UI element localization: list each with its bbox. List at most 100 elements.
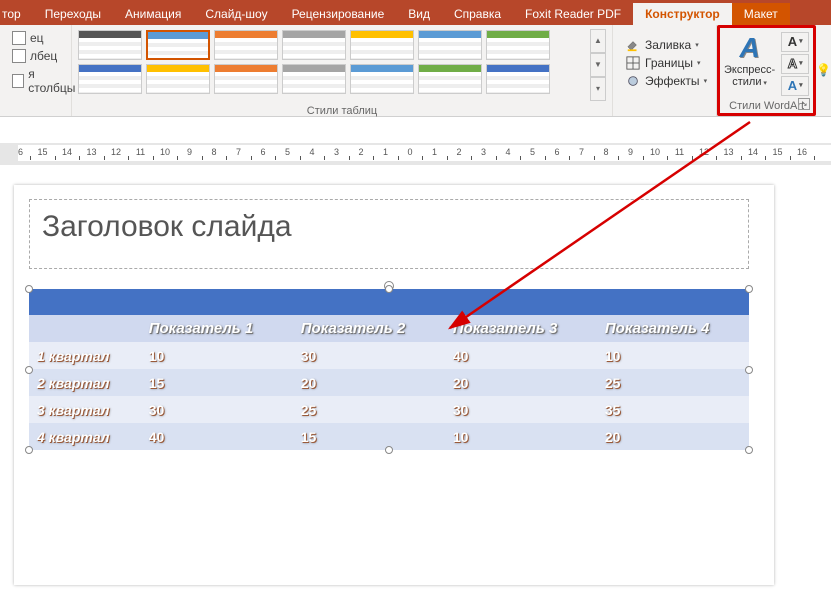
table-cell[interactable]: 30	[141, 396, 293, 423]
table-cell[interactable]: 10	[141, 342, 293, 369]
fill-button[interactable]: Заливка ▾	[625, 37, 707, 53]
wordart-icon: A	[739, 32, 759, 64]
table-cell[interactable]: 40	[445, 342, 597, 369]
effects-button[interactable]: Эффекты ▾	[625, 73, 707, 89]
ribbon: ец лбец я столбцы ▲ ▼ ▾ Стили таблиц З	[0, 25, 831, 117]
tab-layout[interactable]: Макет	[732, 3, 790, 25]
table-style-thumb[interactable]	[350, 64, 414, 94]
table-style-thumb[interactable]	[214, 64, 278, 94]
table-cell[interactable]: 25	[293, 396, 445, 423]
slide-area: Заголовок слайда Показатель 1 Показатель…	[0, 165, 831, 602]
resize-handle[interactable]	[745, 446, 753, 454]
group-table-styles: ▲ ▼ ▾ Стили таблиц	[72, 25, 613, 116]
group-fill: Заливка ▾ Границы ▾ Эффекты ▾	[613, 25, 717, 116]
table-style-thumb[interactable]	[486, 64, 550, 94]
tab-tabledesign[interactable]: Конструктор	[633, 3, 732, 25]
table-style-thumb[interactable]	[282, 64, 346, 94]
table-style-thumb[interactable]	[78, 64, 142, 94]
text-effects-button[interactable]: A▾	[781, 76, 809, 96]
table-style-thumb[interactable]	[418, 64, 482, 94]
express-styles-button[interactable]: A Экспресс- стили ▾	[724, 32, 775, 96]
effects-icon	[625, 73, 641, 89]
text-outline-button[interactable]: A▾	[781, 54, 809, 74]
tab-foxit[interactable]: Foxit Reader PDF	[513, 3, 633, 25]
chevron-down-icon: ▾	[704, 77, 708, 85]
data-table[interactable]: Показатель 1 Показатель 2 Показатель 3 П…	[29, 289, 749, 450]
tab-animations[interactable]: Анимация	[113, 3, 193, 25]
chevron-down-icon: ▾	[799, 33, 803, 51]
table-selection[interactable]: Показатель 1 Показатель 2 Показатель 3 П…	[29, 289, 749, 450]
table-cell[interactable]: 30	[293, 342, 445, 369]
table-cell[interactable]: 35	[597, 396, 749, 423]
slide-canvas[interactable]: Заголовок слайда Показатель 1 Показатель…	[14, 185, 774, 585]
table-style-thumb[interactable]	[214, 30, 278, 60]
column-header[interactable]: Показатель 2	[293, 315, 445, 342]
table-cell[interactable]: 40	[141, 423, 293, 450]
resize-handle[interactable]	[25, 366, 33, 374]
tab-partial[interactable]: тор	[0, 3, 33, 25]
column-header[interactable]	[29, 315, 141, 342]
table-cell[interactable]: 15	[141, 369, 293, 396]
resize-handle[interactable]	[25, 285, 33, 293]
title-placeholder[interactable]: Заголовок слайда	[29, 199, 749, 269]
tell-me-icon[interactable]: 💡	[816, 25, 831, 116]
column-header[interactable]: Показатель 3	[445, 315, 597, 342]
chevron-down-icon: ▾	[697, 59, 701, 67]
column-header[interactable]: Показатель 1	[141, 315, 293, 342]
row-header[interactable]: 3 квартал	[29, 396, 141, 423]
table-style-thumb[interactable]	[146, 64, 210, 94]
tab-view[interactable]: Вид	[396, 3, 442, 25]
resize-handle[interactable]	[25, 446, 33, 454]
chevron-down-icon: ▾	[799, 55, 803, 73]
table-style-thumb[interactable]	[486, 30, 550, 60]
ribbon-tabs: тор Переходы Анимация Слайд-шоу Рецензир…	[0, 0, 831, 25]
borders-button[interactable]: Границы ▾	[625, 55, 707, 71]
table-cell[interactable]: 10	[445, 423, 597, 450]
table-style-thumb[interactable]	[146, 30, 210, 60]
table-style-thumb[interactable]	[78, 30, 142, 60]
opt1: ец	[30, 31, 44, 45]
table-style-thumb[interactable]	[350, 30, 414, 60]
tab-slideshow[interactable]: Слайд-шоу	[193, 3, 279, 25]
horizontal-ruler: 1615141312111098765432101234567891011121…	[0, 143, 831, 165]
table-cell[interactable]: 10	[597, 342, 749, 369]
table-style-gallery[interactable]	[78, 30, 588, 100]
opt2: лбец	[30, 49, 57, 63]
resize-handle[interactable]	[745, 285, 753, 293]
resize-handle[interactable]	[385, 446, 393, 454]
checkbox-icon[interactable]	[12, 49, 26, 63]
table-cell[interactable]: 25	[597, 369, 749, 396]
table-style-thumb[interactable]	[282, 30, 346, 60]
table-cell[interactable]: 20	[293, 369, 445, 396]
chevron-down-icon: ▾	[761, 80, 766, 87]
group-header-options: ец лбец я столбцы	[0, 25, 72, 116]
checkbox-icon[interactable]	[12, 74, 24, 88]
row-header[interactable]: 1 квартал	[29, 342, 141, 369]
gallery-expand[interactable]: ▾	[590, 77, 606, 101]
row-header[interactable]: 2 квартал	[29, 369, 141, 396]
table-cell[interactable]: 15	[293, 423, 445, 450]
bucket-icon	[625, 37, 641, 53]
gallery-scroll-down[interactable]: ▼	[590, 53, 606, 77]
grid-icon	[625, 55, 641, 71]
table-cell[interactable]: 20	[597, 423, 749, 450]
tab-review[interactable]: Рецензирование	[280, 3, 397, 25]
checkbox-icon[interactable]	[12, 31, 26, 45]
dialog-launcher[interactable]: ↘	[798, 98, 810, 110]
chevron-down-icon: ▾	[695, 41, 699, 49]
table-cell[interactable]: 20	[445, 369, 597, 396]
row-header[interactable]: 4 квартал	[29, 423, 141, 450]
resize-handle[interactable]	[745, 366, 753, 374]
table-style-thumb[interactable]	[418, 30, 482, 60]
tab-transitions[interactable]: Переходы	[33, 3, 113, 25]
group-label-styles: Стили таблиц	[72, 105, 612, 120]
gallery-scroll-up[interactable]: ▲	[590, 29, 606, 53]
text-fill-button[interactable]: A▾	[781, 32, 809, 52]
column-header[interactable]: Показатель 4	[597, 315, 749, 342]
table-cell[interactable]: 30	[445, 396, 597, 423]
opt3: я столбцы	[28, 67, 77, 95]
group-wordart: A Экспресс- стили ▾ A▾ A▾ A▾ Стили WordA…	[717, 25, 816, 116]
chevron-down-icon: ▾	[799, 77, 803, 95]
resize-handle[interactable]	[385, 285, 393, 293]
tab-help[interactable]: Справка	[442, 3, 513, 25]
